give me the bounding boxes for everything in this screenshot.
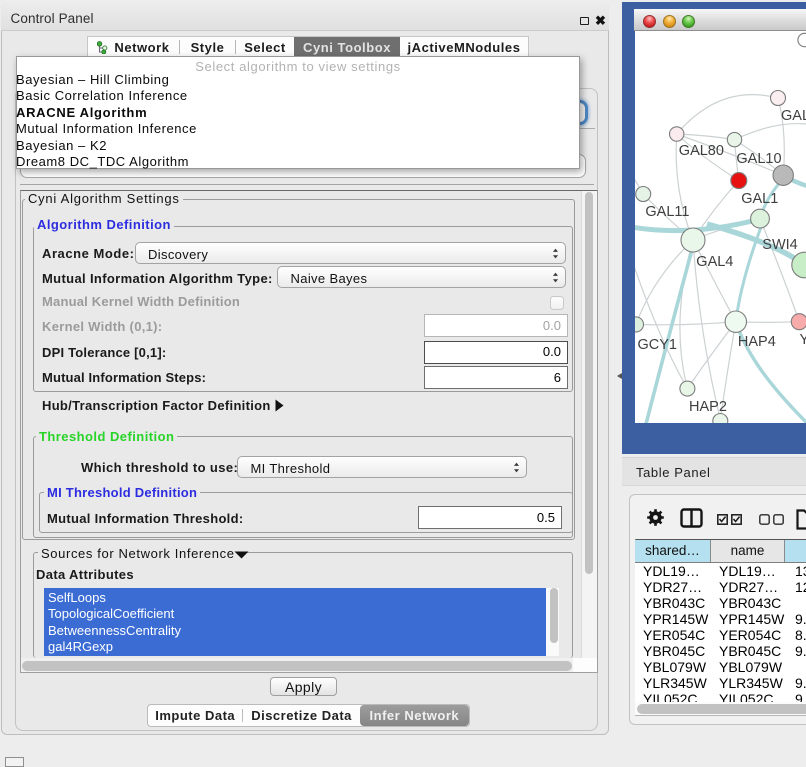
svg-text:GAL11: GAL11: [645, 204, 689, 220]
svg-text:SWI4: SWI4: [762, 237, 797, 253]
svg-text:GAL4: GAL4: [696, 254, 733, 270]
svg-text:HAP4: HAP4: [738, 334, 776, 350]
svg-text:GAL80: GAL80: [679, 143, 724, 159]
svg-text:HAP2: HAP2: [689, 399, 727, 415]
svg-text:GCY1: GCY1: [638, 337, 678, 353]
svg-text:Y: Y: [800, 332, 806, 348]
svg-text:GAL1: GAL1: [741, 191, 778, 207]
svg-text:GAL10: GAL10: [736, 151, 781, 167]
svg-text:GAL: GAL: [781, 108, 806, 124]
